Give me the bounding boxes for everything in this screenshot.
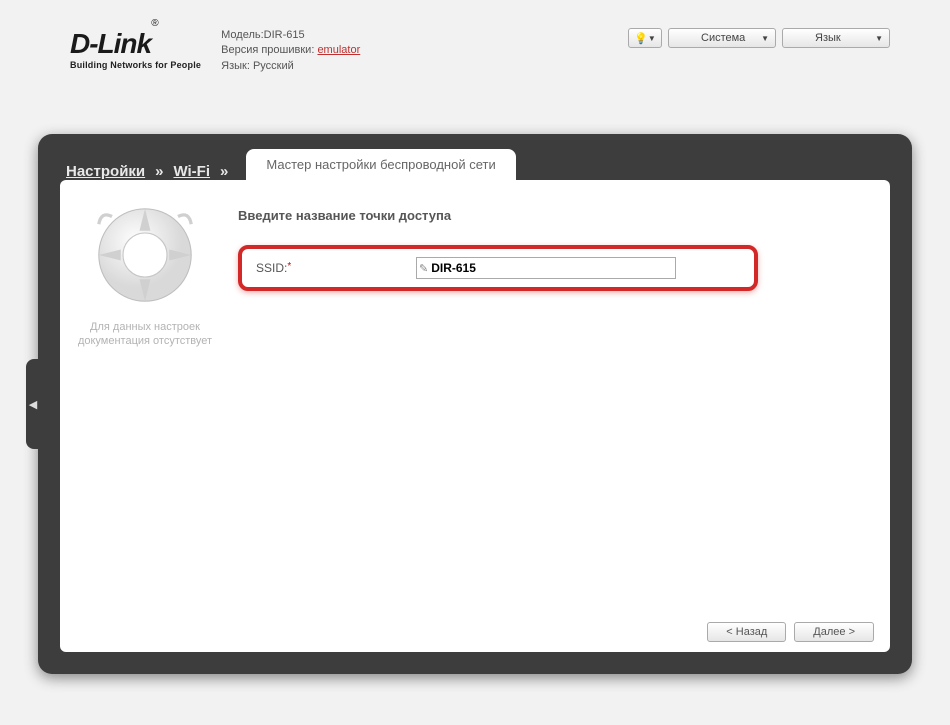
lifesaver-icon xyxy=(90,200,200,310)
chevron-down-icon: ▼ xyxy=(875,34,883,43)
firmware-link[interactable]: emulator xyxy=(317,44,360,56)
edit-icon: ✎ xyxy=(419,262,428,275)
ssid-input[interactable] xyxy=(431,261,673,275)
collapse-handle[interactable]: ◀ xyxy=(26,359,40,449)
breadcrumb-sep: » xyxy=(151,163,167,180)
logo-tagline: Building Networks for People xyxy=(70,60,201,70)
tab-bar: Настройки » Wi-Fi » Мастер настройки бес… xyxy=(60,134,890,180)
help-sidebar: Для данных настроек документация отсутст… xyxy=(60,180,230,652)
wizard-nav: < Назад Далее > xyxy=(707,622,874,642)
language-dropdown[interactable]: Язык ▼ xyxy=(782,28,890,48)
breadcrumb-wifi[interactable]: Wi-Fi xyxy=(167,163,216,180)
logo: D-Link® xyxy=(70,28,201,60)
ssid-label: SSID:* xyxy=(256,261,416,275)
hint-button[interactable]: 💡 ▼ xyxy=(628,28,662,48)
section-title: Введите название точки доступа xyxy=(238,208,866,223)
chevron-left-icon: ◀ xyxy=(29,398,37,411)
help-text: Для данных настроек документация отсутст… xyxy=(72,320,218,349)
header-bar: D-Link® Building Networks for People Мод… xyxy=(0,0,950,74)
breadcrumb-sep: » xyxy=(216,163,232,180)
breadcrumb-settings[interactable]: Настройки xyxy=(60,163,151,180)
main-panel: ◀ Настройки » Wi-Fi » Мастер настройки б… xyxy=(38,134,912,674)
form-area: Введите название точки доступа SSID:* ✎ … xyxy=(230,180,890,652)
chevron-down-icon: ▼ xyxy=(761,34,769,43)
system-dropdown[interactable]: Система ▼ xyxy=(668,28,776,48)
logo-block: D-Link® Building Networks for People Мод… xyxy=(70,28,360,74)
content-area: Для данных настроек документация отсутст… xyxy=(60,180,890,652)
chevron-down-icon: ▼ xyxy=(648,34,656,43)
next-button[interactable]: Далее > xyxy=(794,622,874,642)
lightbulb-icon: 💡 xyxy=(634,32,648,45)
ssid-input-wrap[interactable]: ✎ xyxy=(416,257,676,279)
back-button[interactable]: < Назад xyxy=(707,622,786,642)
tab-active: Мастер настройки беспроводной сети xyxy=(246,149,515,180)
ssid-highlight: SSID:* ✎ xyxy=(238,245,758,291)
device-info: Модель:DIR-615 Версия прошивки: emulator… xyxy=(221,28,360,74)
